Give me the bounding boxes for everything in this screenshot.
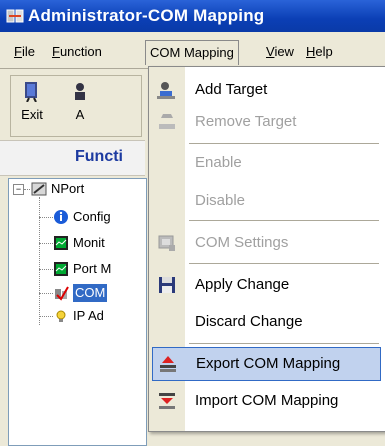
menu-item-export-com-mapping[interactable]: Export COM Mapping xyxy=(152,347,381,381)
menu-file[interactable]: File xyxy=(10,42,39,62)
exit-button[interactable]: Exit xyxy=(21,80,43,122)
monitor-icon xyxy=(54,236,68,250)
menu-item-discard-change[interactable]: Discard Change xyxy=(149,306,385,338)
add-target-icon xyxy=(157,82,175,99)
menu-function[interactable]: Function xyxy=(48,42,106,62)
menu-item-remove-target[interactable]: Remove Target xyxy=(149,106,385,138)
menu-item-add-target[interactable]: Add Target xyxy=(149,74,385,106)
function-panel-header: Functi xyxy=(0,140,145,176)
toolbar: Exit A xyxy=(10,75,142,137)
menu-help[interactable]: Help xyxy=(302,42,337,62)
toolbar-button-2[interactable]: A xyxy=(69,80,91,122)
app-icon xyxy=(6,9,24,23)
bulb-icon xyxy=(56,310,66,322)
import-icon xyxy=(159,393,175,409)
remove-target-icon xyxy=(159,114,175,129)
menu-view[interactable]: View xyxy=(262,42,298,62)
nport-icon xyxy=(31,182,47,196)
menu-com-mapping[interactable]: COM Mapping xyxy=(145,40,239,65)
person-icon xyxy=(75,83,85,100)
save-icon xyxy=(159,277,175,293)
com-settings-icon xyxy=(158,235,175,251)
function-tree: − NPort Config Monit Port M COM IP Ad xyxy=(8,178,147,446)
com-mapping-icon xyxy=(55,286,69,301)
title-bar: Administrator-COM Mapping xyxy=(0,0,385,32)
export-icon xyxy=(160,356,176,372)
menu-item-apply-change[interactable]: Apply Change xyxy=(149,269,385,301)
menu-item-import-com-mapping[interactable]: Import COM Mapping xyxy=(149,385,385,417)
info-icon xyxy=(54,210,68,224)
window-title: Administrator-COM Mapping xyxy=(28,6,265,25)
collapse-toggle[interactable]: − xyxy=(13,184,24,195)
menu-item-com-settings[interactable]: COM Settings xyxy=(149,227,385,259)
exit-icon xyxy=(25,82,37,103)
com-mapping-menu: Add Target Remove Target Enable Disable … xyxy=(148,66,385,432)
menu-item-enable[interactable]: Enable xyxy=(149,147,385,179)
menu-item-disable[interactable]: Disable xyxy=(149,185,385,217)
menu-bar: File Function COM Mapping View Help xyxy=(0,40,385,65)
monitor-icon xyxy=(54,262,68,276)
